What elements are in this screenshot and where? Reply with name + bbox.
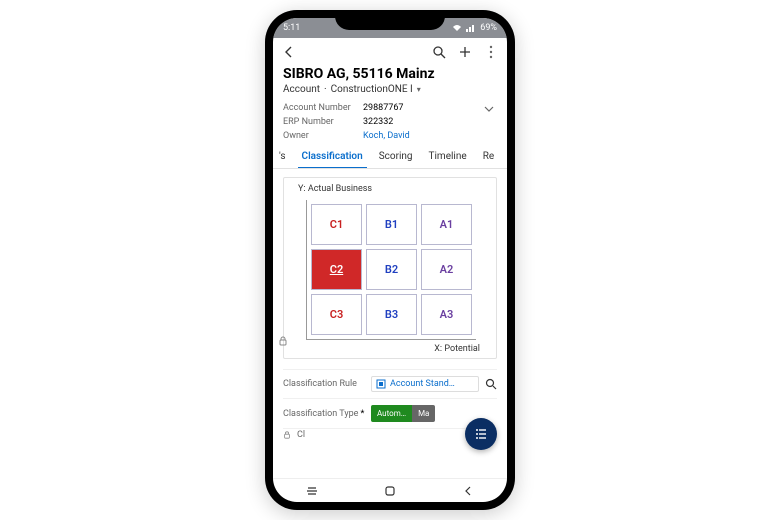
- subtitle-separator: ·: [324, 84, 327, 95]
- signal-icon: [466, 24, 476, 32]
- account-number-label: Account Number: [283, 101, 363, 115]
- tab-partial-left[interactable]: 's: [277, 145, 294, 168]
- tab-scoring[interactable]: Scoring: [371, 145, 421, 168]
- account-number-value: 29887767: [363, 101, 403, 115]
- classification-rule-row: Classification Rule Account Stand…: [283, 369, 497, 398]
- owner-link[interactable]: Koch, David: [363, 129, 410, 143]
- fab-list-button[interactable]: [465, 418, 497, 450]
- classification-matrix: Y: Actual Business C1 B1 A1 C2 B2 A2 C3 …: [283, 177, 497, 359]
- classification-type-label: Classification Type*: [283, 409, 365, 419]
- record-subtitle[interactable]: Account · ConstructionONE I ▾: [283, 84, 497, 95]
- cell-b3[interactable]: B3: [366, 294, 417, 335]
- battery-text: 69%: [480, 23, 497, 33]
- content-area: Y: Actual Business C1 B1 A1 C2 B2 A2 C3 …: [273, 169, 507, 478]
- lookup-search-icon[interactable]: [485, 378, 497, 390]
- lock-icon: [278, 336, 288, 346]
- cell-b2[interactable]: B2: [366, 249, 417, 290]
- record-details: Account Number 29887767 ERP Number 32233…: [273, 99, 507, 145]
- more-icon[interactable]: [483, 44, 499, 60]
- tab-partial-right[interactable]: Re: [475, 145, 496, 168]
- cell-a3[interactable]: A3: [421, 294, 472, 335]
- android-nav-bar: [273, 478, 507, 502]
- nav-back[interactable]: [460, 483, 476, 499]
- cut-label: Cl: [297, 430, 305, 440]
- cell-b1[interactable]: B1: [366, 204, 417, 245]
- cell-a2[interactable]: A2: [421, 249, 472, 290]
- entity-icon: [376, 379, 386, 389]
- cell-c3[interactable]: C3: [311, 294, 362, 335]
- tab-bar: 's Classification Scoring Timeline Re: [273, 145, 507, 169]
- nav-home[interactable]: [382, 483, 398, 499]
- cell-c1[interactable]: C1: [311, 204, 362, 245]
- toggle-automatic[interactable]: Autom…: [371, 405, 412, 422]
- page-title: SIBRO AG, 55116 Mainz: [283, 66, 497, 82]
- status-time: 5:11: [283, 23, 300, 33]
- add-button[interactable]: [457, 44, 473, 60]
- classification-rule-value: Account Stand…: [390, 379, 455, 389]
- classification-type-toggle[interactable]: Autom… Ma: [371, 405, 435, 422]
- cell-a1[interactable]: A1: [421, 204, 472, 245]
- entity-label: Account: [283, 84, 320, 95]
- screen: 5:11 69%: [273, 18, 507, 502]
- record-header: SIBRO AG, 55116 Mainz Account · Construc…: [273, 66, 507, 99]
- expand-details-button[interactable]: [483, 105, 495, 113]
- nav-recents[interactable]: [304, 483, 320, 499]
- erp-number-label: ERP Number: [283, 115, 363, 129]
- search-icon[interactable]: [431, 44, 447, 60]
- x-axis-label: X: Potential: [302, 344, 486, 354]
- notch: [335, 10, 445, 30]
- tab-timeline[interactable]: Timeline: [421, 145, 475, 168]
- cell-c2[interactable]: C2: [311, 249, 362, 290]
- app-bar: [273, 38, 507, 66]
- matrix-grid: C1 B1 A1 C2 B2 A2 C3 B3 A3: [306, 200, 476, 340]
- tab-classification[interactable]: Classification: [294, 145, 371, 168]
- y-axis-label: Y: Actual Business: [298, 184, 486, 194]
- lock-icon: [283, 431, 291, 439]
- classification-type-row: Classification Type* Autom… Ma: [283, 398, 497, 428]
- chevron-down-icon: ▾: [417, 85, 421, 94]
- erp-number-value: 322332: [363, 115, 393, 129]
- toggle-manual[interactable]: Ma: [412, 405, 435, 422]
- back-button[interactable]: [281, 44, 297, 60]
- owner-label: Owner: [283, 129, 363, 143]
- classification-rule-lookup[interactable]: Account Stand…: [371, 376, 479, 392]
- phone-frame: 5:11 69%: [265, 10, 515, 510]
- classification-rule-label: Classification Rule: [283, 379, 365, 389]
- wifi-icon: [452, 24, 462, 32]
- form-name: ConstructionONE I: [331, 84, 413, 95]
